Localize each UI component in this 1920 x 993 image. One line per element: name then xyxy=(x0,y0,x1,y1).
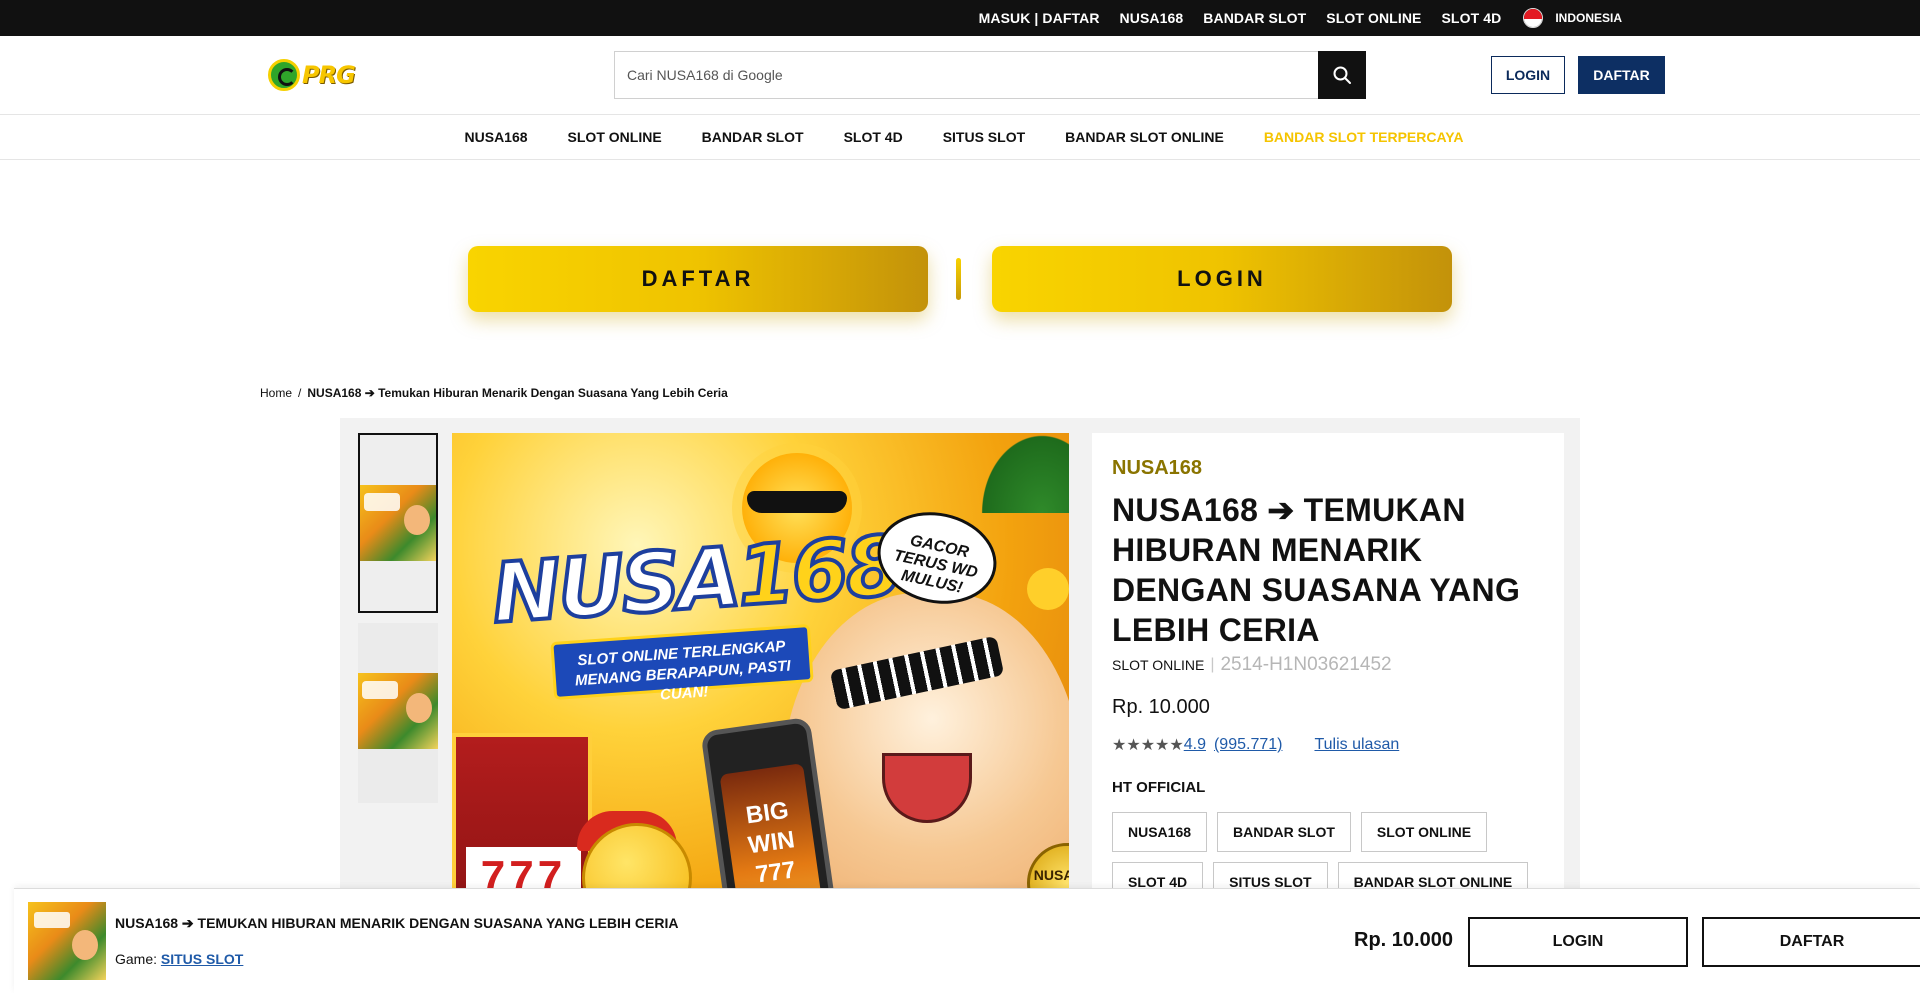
product-meta: SLOT ONLINE | 2514-H1N03621452 xyxy=(1112,654,1544,676)
sticky-product-thumbnail xyxy=(28,902,106,980)
top-link-masuk-daftar[interactable]: MASUK | DAFTAR xyxy=(979,10,1100,26)
nav-item-bandar-slot-online[interactable]: BANDAR SLOT ONLINE xyxy=(1065,129,1224,145)
logo-text: PRG xyxy=(302,61,356,89)
product-rating: ★★★★★ 4.9 (995.771) Tulis ulasan xyxy=(1112,735,1544,755)
laughing-emoji-art xyxy=(1027,568,1069,610)
sun-sunglasses-art xyxy=(747,491,847,513)
product-thumbnail-2[interactable] xyxy=(358,623,438,803)
header-daftar-button[interactable]: DAFTAR xyxy=(1578,56,1665,94)
product-brand: NUSA168 xyxy=(1112,457,1203,479)
header-login-button[interactable]: LOGIN xyxy=(1491,56,1565,94)
rating-score-link[interactable]: 4.9 xyxy=(1184,736,1206,754)
language-selector[interactable]: INDONESIA xyxy=(1523,8,1622,28)
thumbnail-image xyxy=(358,673,438,749)
nav-item-bandar-slot-terpercaya[interactable]: BANDAR SLOT TERPERCAYA xyxy=(1264,129,1464,145)
nav-item-slot-online[interactable]: SLOT ONLINE xyxy=(568,129,662,145)
nav-item-situs-slot[interactable]: SITUS SLOT xyxy=(943,129,1025,145)
sticky-daftar-button[interactable]: DAFTAR xyxy=(1702,917,1920,967)
cta-login-button[interactable]: LOGIN xyxy=(992,246,1452,312)
seller-name: HT OFFICIAL xyxy=(1112,779,1206,796)
language-label: INDONESIA xyxy=(1555,11,1622,25)
breadcrumb: Home / NUSA168 ➔ Temukan Hiburan Menarik… xyxy=(260,386,728,400)
search-input[interactable] xyxy=(615,52,1318,98)
cta-divider xyxy=(956,258,961,300)
logo-emblem-icon xyxy=(268,59,300,91)
top-bar: MASUK | DAFTAR NUSA168 BANDAR SLOT SLOT … xyxy=(0,0,1920,36)
top-link-nusa168[interactable]: NUSA168 xyxy=(1120,10,1184,26)
main-nav: NUSA168 SLOT ONLINE BANDAR SLOT SLOT 4D … xyxy=(0,115,1920,160)
sticky-login-button[interactable]: LOGIN xyxy=(1468,917,1688,967)
thumbnail-image xyxy=(360,485,436,561)
star-rating-icon: ★★★★★ xyxy=(1112,737,1184,754)
product-price: Rp. 10.000 xyxy=(1112,696,1210,718)
tag-slot-online[interactable]: SLOT ONLINE xyxy=(1360,812,1488,852)
site-logo[interactable]: PRG xyxy=(268,56,376,94)
breadcrumb-home[interactable]: Home xyxy=(260,386,292,400)
sticky-game-label: Game: xyxy=(115,951,158,967)
search-button[interactable] xyxy=(1318,51,1366,99)
tag-nusa168[interactable]: NUSA168 xyxy=(1112,812,1208,852)
palm-tree-art xyxy=(972,433,1069,513)
tag-bandar-slot[interactable]: BANDAR SLOT xyxy=(1217,812,1351,852)
product-thumbnail-1[interactable] xyxy=(358,433,438,613)
cta-daftar-button[interactable]: DAFTAR xyxy=(468,246,928,312)
sticky-product-title: NUSA168 ➔ TEMUKAN HIBURAN MENARIK DENGAN… xyxy=(115,915,679,931)
art-title-word: NUSA xyxy=(487,528,743,644)
top-link-slot-4d[interactable]: SLOT 4D xyxy=(1441,10,1501,26)
product-category: SLOT ONLINE xyxy=(1112,657,1205,673)
breadcrumb-separator: / xyxy=(298,386,302,400)
product-sku: 2514-H1N03621452 xyxy=(1220,654,1392,675)
nav-item-bandar-slot[interactable]: BANDAR SLOT xyxy=(702,129,804,145)
top-link-bandar-slot[interactable]: BANDAR SLOT xyxy=(1203,10,1306,26)
breadcrumb-current: NUSA168 ➔ Temukan Hiburan Menarik Dengan… xyxy=(307,386,728,400)
search-icon xyxy=(1333,66,1351,84)
nav-item-slot-4d[interactable]: SLOT 4D xyxy=(844,129,903,145)
site-header: PRG LOGIN DAFTAR xyxy=(0,36,1920,115)
sticky-game-info: Game: SITUS SLOT xyxy=(115,951,243,967)
sticky-purchase-bar: NUSA168 ➔ TEMUKAN HIBURAN MENARIK DENGAN… xyxy=(14,888,1920,993)
art-title: NUSA168 xyxy=(487,517,905,644)
top-link-slot-online[interactable]: SLOT ONLINE xyxy=(1326,10,1421,26)
rating-count-link[interactable]: (995.771) xyxy=(1214,736,1283,754)
indonesia-flag-icon xyxy=(1523,8,1544,28)
write-review-link[interactable]: Tulis ulasan xyxy=(1314,736,1399,754)
search-bar xyxy=(614,51,1366,99)
sticky-game-link[interactable]: SITUS SLOT xyxy=(161,951,243,967)
meta-separator: | xyxy=(1210,656,1215,673)
sticky-price: Rp. 10.000 xyxy=(1354,929,1453,951)
nav-item-nusa168[interactable]: NUSA168 xyxy=(465,129,528,145)
art-title-number: 168 xyxy=(732,517,904,627)
product-title: NUSA168 ➔ TEMUKAN HIBURAN MENARIK DENGAN… xyxy=(1112,492,1521,648)
top-bar-links: MASUK | DAFTAR NUSA168 BANDAR SLOT SLOT … xyxy=(979,0,1622,36)
